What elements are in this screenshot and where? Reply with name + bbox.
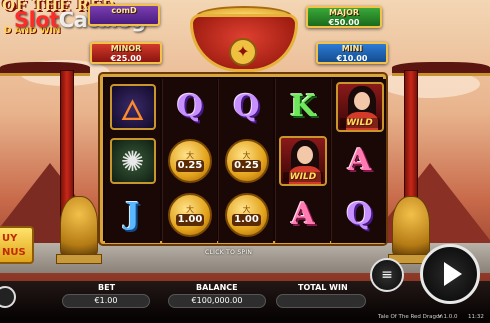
reel-symbol: J — [107, 189, 158, 241]
coin-symbol: 大 1.00 — [224, 193, 269, 237]
reel-symbol: A — [278, 189, 329, 241]
reel-symbol: 大 0.25 — [165, 135, 216, 187]
reel-symbol: Q — [221, 81, 272, 133]
coin-glyph: 大 — [186, 204, 194, 214]
bet-label: BET — [98, 283, 116, 292]
wild-portrait-symbol: WILD — [279, 136, 327, 186]
letter-symbol: J — [125, 197, 140, 232]
coin-symbol: 大 0.25 — [224, 139, 269, 183]
lion-base-left — [56, 254, 102, 264]
wild-label: WILD — [283, 172, 323, 182]
coin-symbol: 大 0.25 — [168, 139, 212, 183]
reel-column: WILD A Q — [331, 79, 386, 243]
total-win-value — [276, 294, 366, 308]
letter-symbol: A — [347, 143, 372, 178]
coin-glyph: 大 — [242, 150, 251, 160]
jackpot-major: MAJOR €50.00 — [306, 6, 382, 28]
jackpot-minor-value: €25.00 — [110, 54, 142, 63]
coin-value: 0.25 — [175, 159, 205, 172]
letter-symbol: A — [291, 197, 315, 232]
jackpot-major-value: €50.00 — [328, 18, 360, 27]
game-scene: OF THE RED D AND WIN SlotCatalog ✦ comD … — [0, 0, 490, 323]
balance-label: BALANCE — [196, 283, 238, 292]
reel-symbol: Q — [165, 81, 216, 133]
game-name-footer: Tale Of The Red Dragon — [378, 314, 443, 320]
jackpot-grand-name: comD — [111, 6, 137, 15]
reel-column: K WILD A — [274, 79, 330, 243]
buy-bonus-line2: NUS — [2, 247, 26, 258]
phoenix-icon: 🜂 — [109, 84, 156, 130]
balance-value: €100,000.00 — [168, 294, 266, 308]
clock: 11:32 — [468, 314, 484, 320]
jackpot-minor-name: MINOR — [110, 44, 142, 53]
pot-emblem-icon: ✦ — [229, 38, 257, 66]
jackpot-mini-name: MINI — [341, 44, 363, 53]
coin-value: 1.00 — [175, 213, 205, 226]
reel-symbol: K — [278, 81, 329, 133]
letter-symbol: K — [289, 89, 317, 124]
jackpot-mini-value: €10.00 — [336, 54, 368, 63]
tiger-icon: ✺ — [109, 138, 156, 184]
letter-symbol: Q — [233, 89, 260, 124]
temple-roof-left — [0, 62, 90, 76]
jackpot-mini: MINI €10.00 — [316, 42, 388, 64]
jackpot-grand: comD — [88, 4, 160, 26]
jackpot-minor: MINOR €25.00 — [90, 42, 162, 64]
reel-symbol: Q — [334, 189, 385, 241]
coin-symbol: 大 1.00 — [168, 193, 212, 237]
coin-glyph: 大 — [186, 150, 194, 160]
version-footer: V 1.0.0 — [438, 314, 458, 320]
buy-bonus-line1: UY — [2, 233, 18, 244]
reel-symbol: A — [334, 135, 385, 187]
reel-grid[interactable]: 🜂 ✺ J Q 大 0.25 大 1.00 Q 大 0.25 大 1.00 K WILD A WILD A Q — [100, 74, 386, 244]
coin-glyph: 大 — [242, 204, 251, 214]
reel-symbol: 大 0.25 — [221, 135, 272, 187]
reel-column: Q 大 0.25 大 1.00 — [161, 79, 217, 243]
buy-bonus-button[interactable]: UY NUS — [0, 226, 34, 264]
wild-label: WILD — [339, 118, 380, 128]
play-icon[interactable] — [444, 262, 462, 286]
reel-symbol: 🜂 — [107, 81, 158, 133]
reel-column: 🜂 ✺ J — [105, 79, 160, 243]
total-win-label: TOTAL WIN — [298, 283, 348, 292]
coin-value: 1.00 — [232, 213, 261, 226]
reel-column: Q 大 0.25 大 1.00 — [218, 79, 273, 243]
reel-symbol: WILD — [334, 81, 385, 133]
bet-value[interactable]: €1.00 — [62, 294, 150, 308]
click-to-spin-hint[interactable]: CLICK TO SPIN — [205, 249, 252, 256]
lion-statue-left — [60, 196, 98, 256]
letter-symbol: Q — [346, 197, 373, 232]
reel-symbol: 大 1.00 — [221, 189, 272, 241]
coin-stack-icon[interactable]: ≡ — [370, 258, 404, 292]
wild-portrait-symbol: WILD — [335, 82, 384, 132]
reel-symbol: ✺ — [107, 135, 158, 187]
jackpot-major-name: MAJOR — [328, 8, 360, 17]
reel-symbol: WILD — [278, 135, 329, 187]
reel-symbol: 大 1.00 — [165, 189, 216, 241]
letter-symbol: Q — [176, 89, 204, 124]
lion-statue-right — [392, 196, 430, 256]
coin-value: 0.25 — [232, 159, 261, 172]
